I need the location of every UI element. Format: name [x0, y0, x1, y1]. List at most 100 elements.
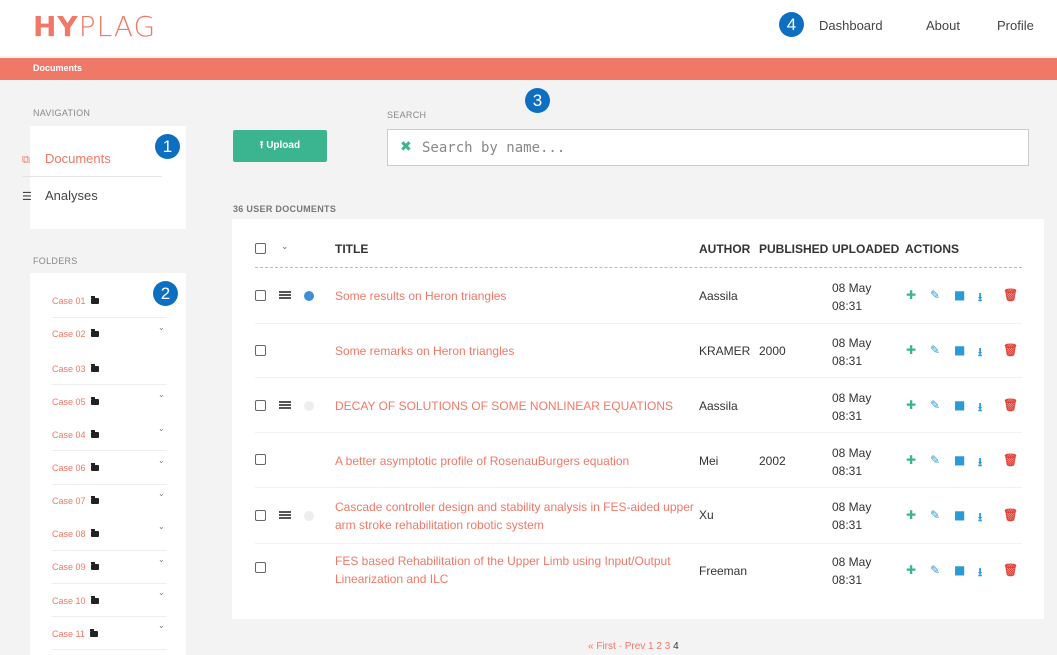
download-icon[interactable]: ⭳ — [978, 288, 982, 309]
column-header-uploaded[interactable]: UPLOADED — [832, 242, 899, 256]
edit-icon[interactable]: ✎ — [930, 398, 940, 412]
delete-icon[interactable]: 🗑 — [1003, 398, 1018, 412]
navigation-heading: NAVIGATION — [33, 108, 91, 118]
divider — [52, 450, 167, 451]
folders-heading: FOLDERS — [33, 256, 78, 266]
divider — [52, 384, 167, 385]
annotation-badge-3: 3 — [525, 88, 550, 113]
list-icon[interactable] — [279, 511, 291, 520]
delete-icon[interactable]: 🗑 — [1003, 288, 1018, 302]
row-checkbox[interactable] — [255, 345, 266, 356]
download-icon[interactable]: ⭳ — [978, 453, 982, 474]
add-icon[interactable]: ✚ — [906, 453, 916, 467]
folder-icon[interactable]: ■ — [954, 343, 965, 357]
edit-icon[interactable]: ✎ — [930, 343, 940, 357]
chevron-down-icon[interactable]: ⌄ — [158, 489, 165, 498]
document-author: Xu — [699, 508, 714, 522]
folder-icon[interactable]: ■ — [954, 563, 965, 577]
folder-item[interactable]: Case 06 — [52, 463, 99, 473]
pagination: « First · Prev 1 2 3 4 — [588, 641, 679, 652]
folder-icon[interactable]: ■ — [954, 398, 965, 412]
row-checkbox[interactable] — [255, 454, 266, 465]
select-all-checkbox[interactable] — [255, 243, 266, 254]
page-link[interactable]: 1 — [648, 641, 654, 652]
download-icon[interactable]: ⭳ — [978, 563, 982, 584]
document-uploaded: 08 May 08:31 — [832, 446, 872, 478]
breadcrumb-documents[interactable]: Documents — [33, 63, 82, 73]
row-checkbox[interactable] — [255, 562, 266, 573]
search-input[interactable] — [422, 136, 1012, 160]
chevron-down-icon[interactable]: ⌄ — [158, 588, 165, 597]
clear-search-icon[interactable]: ✖ — [400, 139, 412, 155]
download-icon[interactable]: ⭳ — [978, 398, 982, 419]
document-author: Mei — [699, 454, 719, 468]
folder-item[interactable]: Case 03 — [52, 364, 99, 374]
folder-item[interactable]: Case 07 — [52, 496, 99, 506]
chevron-down-icon[interactable]: ⌄ — [158, 456, 165, 465]
chevron-down-icon[interactable]: ⌄ — [158, 424, 165, 433]
delete-icon[interactable]: 🗑 — [1003, 563, 1018, 577]
chevron-down-icon[interactable]: ⌄ — [158, 522, 165, 531]
app-logo[interactable]: HYPLAG — [33, 10, 156, 43]
edit-icon[interactable]: ✎ — [930, 563, 940, 577]
add-icon[interactable]: ✚ — [906, 508, 916, 522]
document-title-link[interactable]: FES based Rehabilitation of the Upper Li… — [335, 552, 695, 588]
chevron-down-icon[interactable]: ⌄ — [158, 323, 165, 332]
folder-icon — [90, 430, 99, 438]
document-title-link[interactable]: DECAY OF SOLUTIONS OF SOME NONLINEAR EQU… — [335, 397, 695, 415]
edit-icon[interactable]: ✎ — [930, 288, 940, 302]
download-icon[interactable]: ⭳ — [978, 508, 982, 529]
add-icon[interactable]: ✚ — [906, 563, 916, 577]
sidebar-item-analyses[interactable]: ☰ Analyses — [22, 188, 98, 203]
prev-page-link[interactable]: Prev — [625, 641, 646, 652]
folder-item[interactable]: Case 11 — [52, 629, 98, 639]
column-header-published[interactable]: PUBLISHED — [759, 242, 828, 256]
folder-item[interactable]: Case 08 — [52, 529, 99, 539]
folder-item[interactable]: Case 05 — [52, 397, 99, 407]
divider — [52, 583, 167, 584]
nav-dashboard-link[interactable]: Dashboard — [819, 18, 883, 33]
delete-icon[interactable]: 🗑 — [1003, 343, 1018, 357]
document-title-link[interactable]: Cascade controller design and stability … — [335, 498, 695, 534]
folder-item[interactable]: Case 09 — [52, 562, 99, 572]
add-icon[interactable]: ✚ — [906, 288, 916, 302]
edit-icon[interactable]: ✎ — [930, 453, 940, 467]
folder-icon[interactable]: ■ — [954, 288, 965, 302]
folder-icon — [90, 496, 99, 504]
document-title-link[interactable]: Some remarks on Heron triangles — [335, 342, 695, 360]
folder-item[interactable]: Case 10 — [52, 596, 99, 606]
chevron-down-icon[interactable]: ⌄ — [158, 621, 165, 630]
list-icon[interactable] — [279, 291, 291, 300]
page-link[interactable]: 3 — [665, 641, 671, 652]
column-header-title[interactable]: TITLE — [335, 242, 368, 256]
page-link[interactable]: 2 — [656, 641, 662, 652]
chevron-down-icon[interactable]: ⌄ — [281, 242, 289, 252]
add-icon[interactable]: ✚ — [906, 398, 916, 412]
first-page-link[interactable]: « First — [588, 641, 616, 652]
add-icon[interactable]: ✚ — [906, 343, 916, 357]
folder-item[interactable]: Case 02 — [52, 329, 99, 339]
delete-icon[interactable]: 🗑 — [1003, 508, 1018, 522]
download-icon[interactable]: ⭳ — [978, 343, 982, 364]
divider — [255, 432, 1022, 433]
upload-button[interactable]: ⭱ Upload — [233, 130, 327, 162]
chevron-down-icon[interactable]: ⌄ — [158, 390, 165, 399]
folder-icon[interactable]: ■ — [954, 508, 965, 522]
folder-item[interactable]: Case 01 — [52, 296, 99, 306]
row-checkbox[interactable] — [255, 510, 266, 521]
document-uploaded: 08 May 08:31 — [832, 555, 872, 587]
document-title-link[interactable]: Some results on Heron triangles — [335, 287, 695, 305]
row-checkbox[interactable] — [255, 400, 266, 411]
sidebar-item-documents[interactable]: ⧉ Documents — [22, 151, 111, 167]
folder-item[interactable]: Case 04 — [52, 430, 99, 440]
nav-profile-link[interactable]: Profile — [997, 18, 1034, 33]
nav-about-link[interactable]: About — [926, 18, 960, 33]
chevron-down-icon[interactable]: ⌄ — [158, 555, 165, 564]
row-checkbox[interactable] — [255, 290, 266, 301]
edit-icon[interactable]: ✎ — [930, 508, 940, 522]
list-icon[interactable] — [279, 401, 291, 410]
document-title-link[interactable]: A better asymptotic profile of RosenauBu… — [335, 452, 695, 470]
folder-icon[interactable]: ■ — [954, 453, 965, 467]
column-header-author[interactable]: AUTHOR — [699, 242, 750, 256]
delete-icon[interactable]: 🗑 — [1003, 453, 1018, 467]
